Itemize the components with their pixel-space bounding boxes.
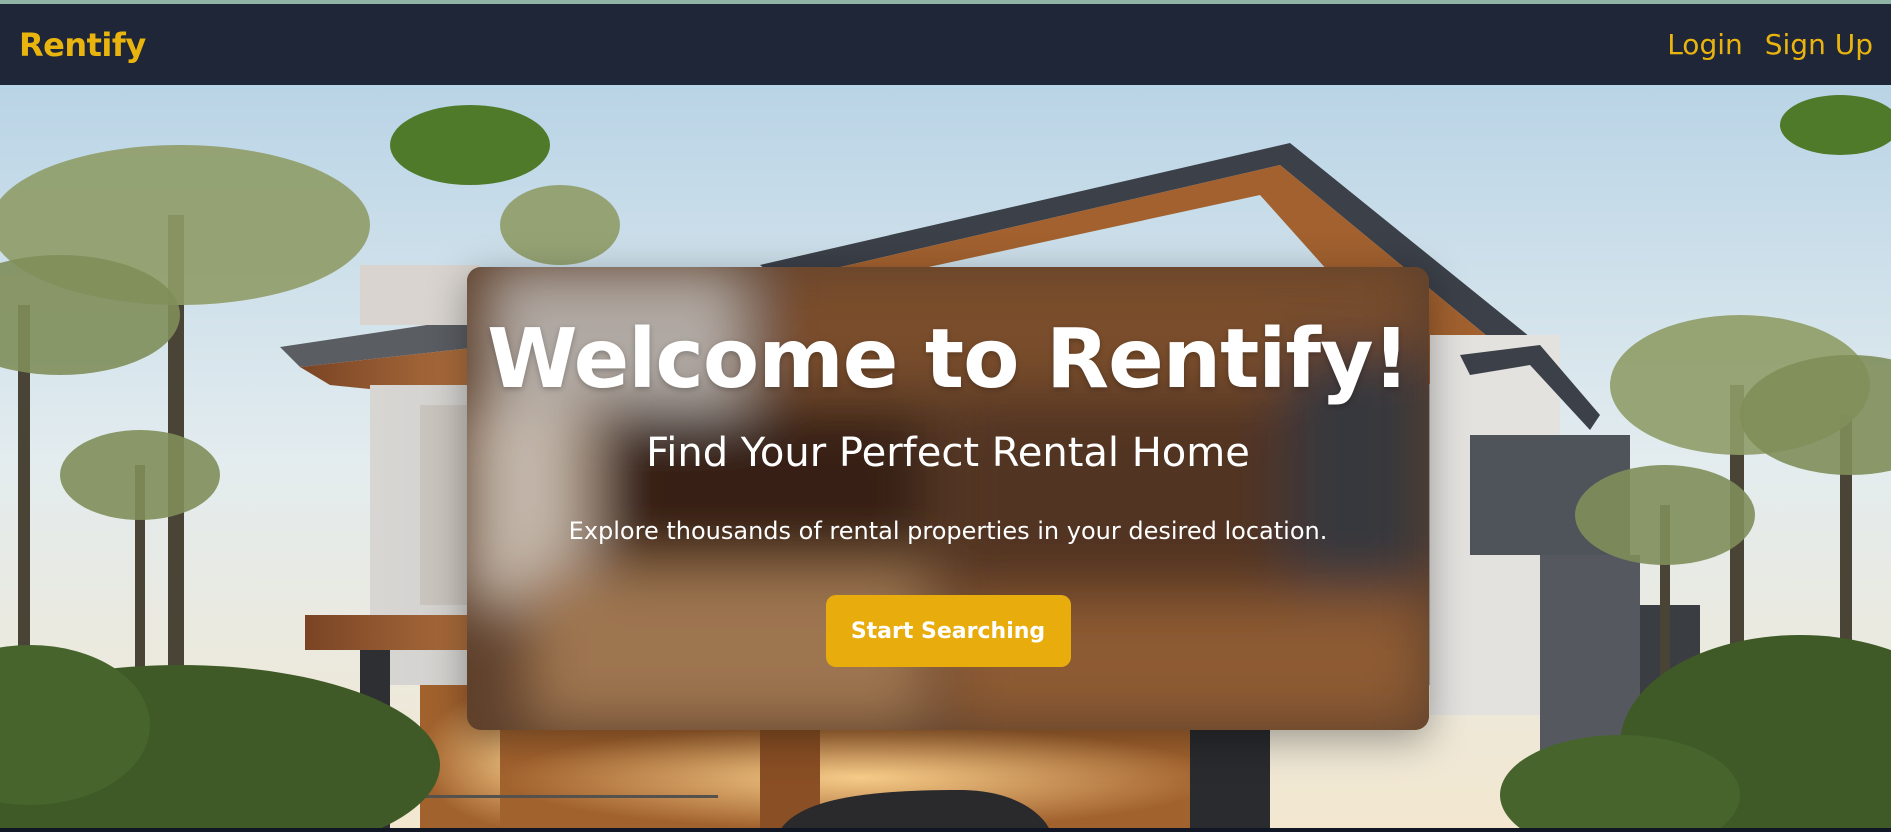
navbar: Rentify Login Sign Up xyxy=(0,4,1891,85)
hero-subtitle: Find Your Perfect Rental Home xyxy=(646,430,1250,476)
card-content: Welcome to Rentify! Find Your Perfect Re… xyxy=(467,267,1429,730)
welcome-card: Welcome to Rentify! Find Your Perfect Re… xyxy=(467,267,1429,730)
hero-title: Welcome to Rentify! xyxy=(487,312,1410,407)
hero-description: Explore thousands of rental properties i… xyxy=(568,517,1328,545)
signup-link[interactable]: Sign Up xyxy=(1765,28,1873,61)
nav-links: Login Sign Up xyxy=(1667,28,1873,61)
login-link[interactable]: Login xyxy=(1667,28,1743,61)
brand-logo[interactable]: Rentify xyxy=(19,26,146,64)
hero-section: Welcome to Rentify! Find Your Perfect Re… xyxy=(0,85,1891,830)
bottom-edge xyxy=(0,828,1891,832)
start-searching-button[interactable]: Start Searching xyxy=(825,595,1071,667)
